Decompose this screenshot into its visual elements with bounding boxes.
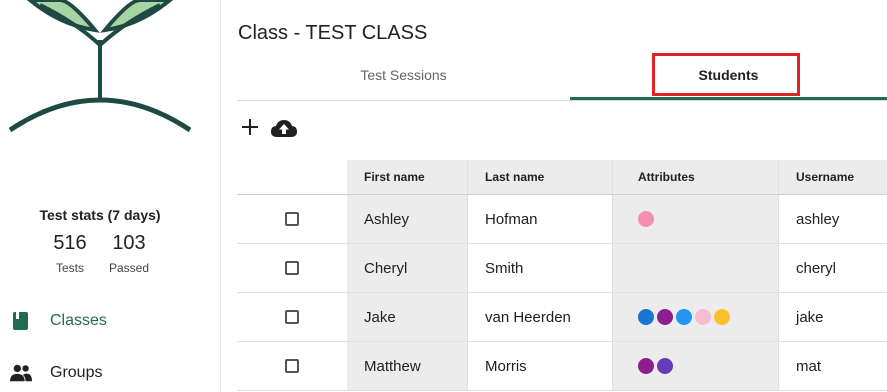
attribute-dot [714, 309, 730, 325]
sidebar-item-groups[interactable]: Groups [10, 362, 102, 384]
tab-bar: Test Sessions Students [237, 52, 887, 101]
page-title: Class - TEST CLASS [238, 22, 428, 44]
sidebar: Test stats (7 days) 516 Tests 103 Passed… [0, 0, 221, 392]
attributes-cell [612, 244, 778, 292]
row-checkbox[interactable] [285, 261, 299, 275]
stat-tests-label: Tests [55, 261, 84, 275]
first-name-cell: Jake [347, 293, 467, 341]
attribute-dot [638, 309, 654, 325]
row-checkbox[interactable] [285, 359, 299, 373]
header-last-name[interactable]: Last name [467, 160, 612, 194]
sidebar-item-label: Classes [50, 312, 107, 329]
sidebar-item-label: Groups [50, 364, 103, 381]
row-select-cell [237, 293, 347, 341]
table-row[interactable]: Jake van Heerden jake [237, 293, 887, 342]
attributes-cell [612, 342, 778, 390]
book-icon [13, 312, 28, 330]
attributes-cell [612, 195, 778, 243]
people-icon [10, 364, 32, 382]
table-header-row: First name Last name Attributes Username [237, 160, 887, 195]
row-select-cell [237, 244, 347, 292]
last-name-cell: Hofman [467, 195, 612, 243]
plant-logo-icon [8, 0, 192, 133]
cloud-upload-icon[interactable] [271, 120, 297, 138]
students-table: First name Last name Attributes Username… [237, 160, 887, 391]
table-row[interactable]: Cheryl Smith cheryl [237, 244, 887, 293]
last-name-cell: van Heerden [467, 293, 612, 341]
tab-students[interactable]: Students [570, 52, 887, 100]
header-username[interactable]: Username [778, 160, 887, 194]
header-first-name[interactable]: First name [347, 160, 467, 194]
row-checkbox[interactable] [285, 212, 299, 226]
table-row[interactable]: Matthew Morris mat [237, 342, 887, 391]
plus-icon[interactable] [241, 118, 259, 136]
tab-test-sessions[interactable]: Test Sessions [237, 52, 570, 98]
row-select-cell [237, 342, 347, 390]
header-select [237, 160, 347, 194]
table-row[interactable]: Ashley Hofman ashley [237, 195, 887, 244]
first-name-cell: Cheryl [347, 244, 467, 292]
stat-passed: 103 Passed [104, 232, 154, 275]
stat-passed-label: Passed [108, 261, 150, 275]
row-checkbox[interactable] [285, 310, 299, 324]
tab-label: Test Sessions [360, 67, 447, 83]
stat-tests: 516 Tests [48, 232, 92, 275]
last-name-cell: Smith [467, 244, 612, 292]
attribute-dot [657, 358, 673, 374]
attribute-dot [676, 309, 692, 325]
username-cell: mat [778, 342, 887, 390]
attribute-dot [695, 309, 711, 325]
first-name-cell: Matthew [347, 342, 467, 390]
stat-passed-value: 103 [112, 232, 146, 254]
username-cell: ashley [778, 195, 887, 243]
username-cell: jake [778, 293, 887, 341]
tab-label: Students [698, 66, 759, 83]
sidebar-item-classes[interactable]: Classes [10, 310, 107, 332]
attribute-dot [638, 358, 654, 374]
attribute-dot [657, 309, 673, 325]
stat-tests-value: 516 [53, 232, 87, 254]
first-name-cell: Ashley [347, 195, 467, 243]
attribute-dot [638, 211, 654, 227]
last-name-cell: Morris [467, 342, 612, 390]
stats-title: Test stats (7 days) [39, 207, 161, 223]
attributes-cell [612, 293, 778, 341]
row-select-cell [237, 195, 347, 243]
header-attributes[interactable]: Attributes [612, 160, 778, 194]
username-cell: cheryl [778, 244, 887, 292]
